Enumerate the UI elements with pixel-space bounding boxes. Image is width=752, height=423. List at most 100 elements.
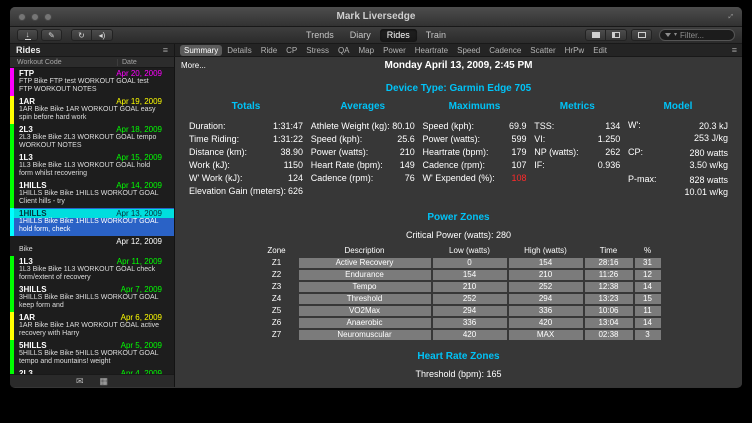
zone-data-cell: MAX [509,330,583,340]
ride-title-row: 1L3Apr 15, 2009 [19,153,162,162]
ride-date: Apr 20, 2009 [116,69,162,78]
mail-icon[interactable]: ✉ [76,377,84,386]
ride-list-item[interactable]: 2L3Apr 18, 20092L3 Bike Bike 2L3 WORKOUT… [10,124,174,152]
stat-row: Power (watts):599 [423,133,527,146]
ride-code: 1HILLS [19,181,47,190]
view-tab-speed[interactable]: Speed [453,45,484,56]
zone-data-cell: 210 [509,270,583,280]
ride-color-bar [10,180,14,208]
zone-data-cell: 11:26 [585,270,633,280]
manual-entry-button[interactable]: ✎ [41,29,62,41]
import-ride-button[interactable]: ↓ [17,29,38,41]
calendar-icon[interactable]: ▦ [100,377,109,386]
speaker-icon: ◂) [99,31,106,40]
ride-list-item[interactable]: 1L3Apr 11, 20091L3 Bike Bike 1L3 WORKOUT… [10,256,174,284]
stat-label: VI: [534,133,545,146]
sidebar-menu-icon[interactable]: ≡ [163,45,168,55]
stat-label: Work (kJ): [189,159,230,172]
zoom-button[interactable] [44,13,52,21]
stat-row: Elevation Gain (meters):626 [189,185,303,198]
view-tab-power[interactable]: Power [379,45,410,56]
ride-list-item[interactable]: 1HILLSApr 13, 20091HILLS Bike Bike 1HILL… [10,208,174,236]
tiled-view-button[interactable] [631,29,652,41]
model-value-line: 280 watts [689,147,728,159]
close-button[interactable] [18,13,26,21]
sync-button[interactable]: ↻ [71,29,92,41]
model-row: P-max: 828 watts10.01 w/kg [628,174,728,198]
main-tab-train[interactable]: Train [419,29,453,42]
stat-row: Speed (kph):69.9 [423,120,527,133]
stats-section-metrics: MetricsTSS:134VI:1.250NP (watts):262IF:0… [534,101,620,201]
ride-sidebar: Workout Code Date FTPApr 20, 2009FTP Bik… [10,57,175,387]
zone-data-cell: Neuromuscular [299,330,431,340]
ride-list-item[interactable]: 2L3Apr 4, 20092L3 Bike Bike 2L3 WORKOUT … [10,368,174,374]
stat-value: 80.10 [392,120,415,133]
ride-list-item[interactable]: 3HILLSApr 7, 20093HILLS Bike Bike 3HILLS… [10,284,174,312]
ride-list-item[interactable]: FTPApr 20, 2009FTP Bike FTP test WORKOUT… [10,68,174,96]
column-workout-code[interactable]: Workout Code [10,59,118,66]
view-tab-stress[interactable]: Stress [302,45,333,56]
zone-name-cell: Z2 [257,270,297,280]
view-tab-heartrate[interactable]: Heartrate [411,45,452,56]
stats-section-averages: AveragesAthlete Weight (kg):80.10Speed (… [311,101,415,201]
view-tab-scatter[interactable]: Scatter [526,45,559,56]
view-tab-details[interactable]: Details [223,45,255,56]
main-tabs: TrendsDiaryRidesTrain [299,29,453,42]
ride-color-bar [10,124,14,152]
minimize-button[interactable] [31,13,39,21]
main-tab-diary[interactable]: Diary [343,29,378,42]
zone-data-cell: VO2Max [299,306,431,316]
ride-list-item[interactable]: Apr 12, 2009Bike [10,236,174,256]
zone-data-cell: 14 [635,318,661,328]
stat-row: Heart Rate (bpm):149 [311,159,415,172]
stat-label: W' Expended (%): [423,172,495,185]
view-tab-cadence[interactable]: Cadence [485,45,525,56]
ride-title-row: Apr 12, 2009 [19,237,162,246]
view-tab-ride[interactable]: Ride [257,45,281,56]
ride-title-row: 1HILLS Apr 14, 2009 [19,181,162,190]
model-values: 828 watts10.01 w/kg [684,174,728,198]
ride-code: FTP [19,69,34,78]
power-zones-table: ZoneDescriptionLow (watts)High (watts)Ti… [175,246,742,340]
ride-list-item[interactable]: 1ARApr 6, 20091AR Bike Bike 1AR WORKOUT … [10,312,174,340]
summary-view: More... Monday April 13, 2009, 2:45 PM D… [175,57,742,387]
zone-data-cell: 252 [433,294,507,304]
view-tabs-menu-icon[interactable]: ≡ [732,45,737,55]
zone-table-header: Description [299,246,431,256]
ride-list-item[interactable]: 5HILLSApr 5, 20095HILLS Bike Bike 5HILLS… [10,340,174,368]
view-tab-hrpw[interactable]: HrPw [561,45,589,56]
view-tab-qa[interactable]: QA [334,45,354,56]
lowbar-toggle-button[interactable] [606,29,627,41]
ride-datetime: Monday April 13, 2009, 2:45 PM [175,60,742,71]
audio-button[interactable]: ◂) [92,29,113,41]
main-tab-rides[interactable]: Rides [380,29,417,42]
sidebar-toggle-button[interactable] [585,29,606,41]
view-tab-cp[interactable]: CP [282,45,301,56]
panel-icon [612,32,620,38]
zone-data-cell: 28:16 [585,258,633,268]
stat-row: Power (watts):210 [311,146,415,159]
stat-value: 210 [400,146,415,159]
search-filter-field[interactable]: ▾ Filter... [659,29,735,41]
stat-value: 76 [405,172,415,185]
column-date[interactable]: Date [118,59,174,66]
ride-list-item[interactable]: 1ARApr 19, 20091AR Bike Bike 1AR WORKOUT… [10,96,174,124]
ride-desc: 1L3 Bike Bike 1L3 WORKOUT GOAL hold form… [19,162,162,178]
ride-list: FTPApr 20, 2009FTP Bike FTP test WORKOUT… [10,68,174,374]
ride-color-bar [10,68,14,96]
ride-list-item[interactable]: 1L3Apr 15, 20091L3 Bike Bike 1L3 WORKOUT… [10,152,174,180]
main-tab-trends[interactable]: Trends [299,29,341,42]
ride-code: 2L3 [19,369,33,374]
view-tab-map[interactable]: Map [355,45,379,56]
ride-date: Apr 14, 2009 [116,181,162,190]
ride-color-bar [10,340,14,368]
view-tab-edit[interactable]: Edit [589,45,611,56]
view-tab-summary[interactable]: Summary [180,45,222,56]
ride-list-item[interactable]: 1HILLSApr 14, 20091HILLS Bike Bike 1HILL… [10,180,174,208]
ride-title-row: 3HILLSApr 7, 2009 [19,285,162,294]
ride-color-bar [10,284,14,312]
model-label: P-max: [628,174,658,198]
ride-desc: 1AR Bike Bike 1AR WORKOUT GOAL active re… [19,322,162,338]
ride-color-bar [10,152,14,180]
stat-row: Speed (kph):25.6 [311,133,415,146]
